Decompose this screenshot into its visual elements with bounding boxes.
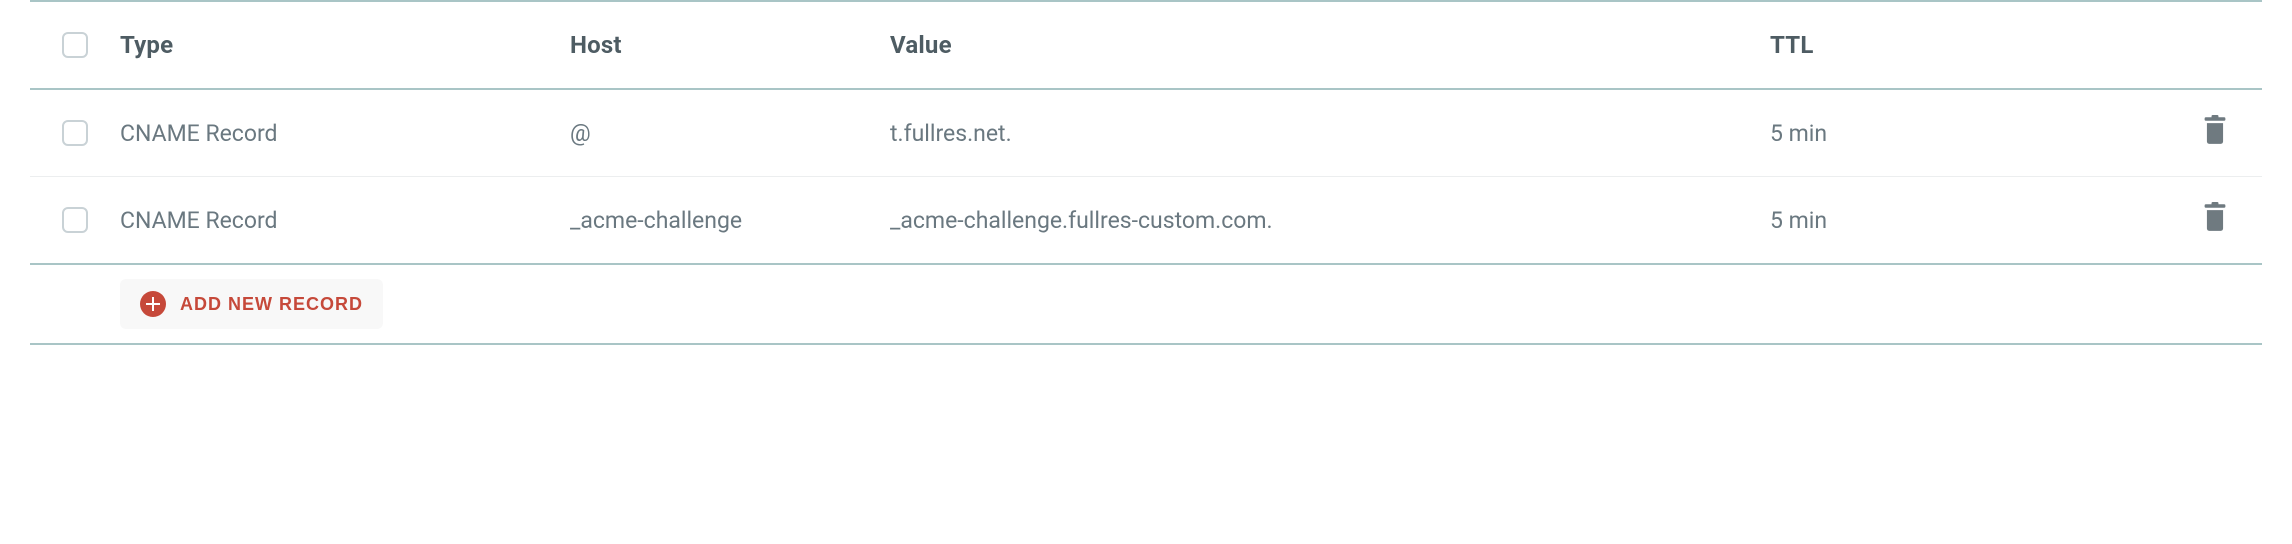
col-value: Value (890, 31, 1770, 59)
cell-value: t.fullres.net. (890, 120, 1770, 147)
divider (30, 343, 2262, 345)
cell-type: CNAME Record (120, 120, 570, 147)
table-header-row: Type Host Value TTL (30, 2, 2262, 88)
select-all-checkbox[interactable] (62, 32, 88, 58)
trash-icon[interactable] (2201, 115, 2229, 151)
table-row: CNAME Record @ t.fullres.net. 5 min (30, 90, 2262, 176)
col-type: Type (120, 31, 570, 59)
row-checkbox[interactable] (62, 207, 88, 233)
cell-type: CNAME Record (120, 207, 570, 234)
dns-records-table: Type Host Value TTL CNAME Record @ t.ful… (0, 0, 2292, 345)
table-footer: ADD NEW RECORD (30, 265, 2262, 343)
cell-host: _acme-challenge (570, 207, 890, 234)
cell-ttl: 5 min (1770, 120, 2170, 147)
col-host: Host (570, 31, 890, 59)
cell-ttl: 5 min (1770, 207, 2170, 234)
cell-host: @ (570, 120, 890, 147)
col-ttl: TTL (1770, 31, 2170, 59)
cell-value: _acme-challenge.fullres-custom.com. (890, 207, 1770, 234)
row-checkbox[interactable] (62, 120, 88, 146)
plus-icon (140, 291, 166, 317)
table-row: CNAME Record _acme-challenge _acme-chall… (30, 177, 2262, 263)
trash-icon[interactable] (2201, 202, 2229, 238)
add-new-record-button[interactable]: ADD NEW RECORD (120, 279, 383, 329)
add-new-record-label: ADD NEW RECORD (180, 294, 363, 315)
